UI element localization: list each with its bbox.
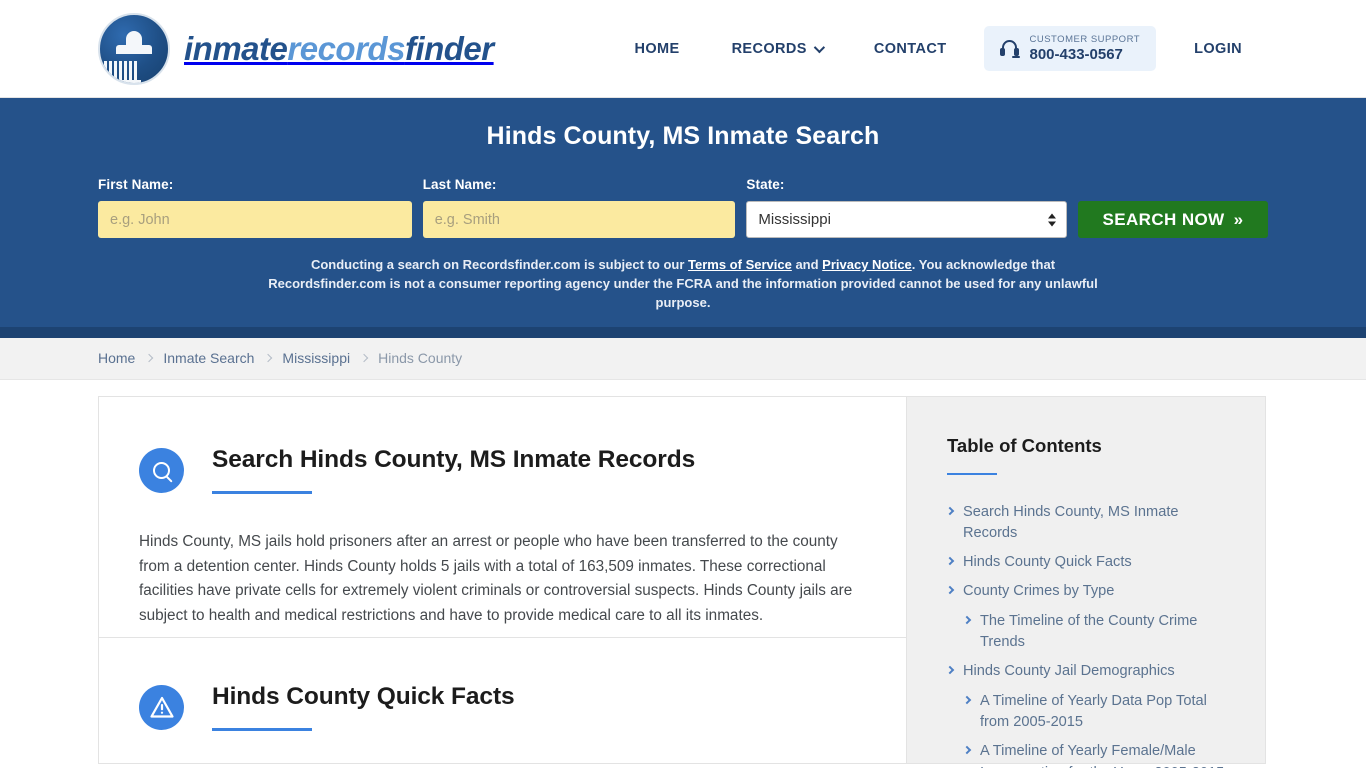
- toc-item[interactable]: Hinds County Quick Facts: [945, 552, 1231, 573]
- brand-part-inmate: inmate: [184, 29, 288, 67]
- double-chevron-right-icon: »: [1233, 209, 1244, 229]
- toc-item[interactable]: A Timeline of Yearly Data Pop Total from…: [947, 691, 1231, 734]
- toc-link[interactable]: County Crimes by Type: [963, 581, 1114, 602]
- nav-home[interactable]: HOME: [608, 41, 705, 57]
- breadcrumb-separator-icon: [145, 353, 154, 363]
- privacy-notice-link[interactable]: Privacy Notice: [822, 257, 912, 272]
- last-name-label: Last Name:: [422, 177, 497, 192]
- brand-wordmark: inmaterecordsfinder: [184, 30, 494, 68]
- toc-link[interactable]: A Timeline of Yearly Data Pop Total from…: [980, 691, 1231, 734]
- brand-part-records: records: [287, 29, 405, 67]
- section-quick-facts: Hinds County Quick Facts: [99, 636, 906, 732]
- warning-triangle-icon: [139, 684, 184, 730]
- nav-login-label: LOGIN: [1194, 40, 1242, 57]
- chevron-right-icon: [945, 556, 955, 566]
- toc-link[interactable]: Hinds County Quick Facts: [963, 552, 1132, 573]
- nav-contact[interactable]: CONTACT: [848, 41, 973, 57]
- customer-support-box[interactable]: CUSTOMER SUPPORT 800-433-0567: [984, 25, 1157, 72]
- chevron-right-icon: [945, 506, 955, 515]
- magnifier-icon: [139, 447, 184, 493]
- section-title: Search Hinds County, MS Inmate Records: [212, 445, 696, 473]
- site-header: inmaterecordsfinder HOME RECORDS CONTACT…: [0, 0, 1366, 97]
- toc-item[interactable]: Search Hinds County, MS Inmate Records: [945, 502, 1231, 545]
- toc-link[interactable]: The Timeline of the County Crime Trends: [980, 611, 1231, 654]
- disclaimer-part-1: Conducting a search on Recordsfinder.com…: [310, 257, 689, 272]
- section-search-records: Search Hinds County, MS Inmate Records H…: [99, 397, 906, 629]
- breadcrumb-item-inmate-search[interactable]: Inmate Search: [163, 350, 254, 366]
- inmate-search-form: First Name: Last Name: State: Mississipp…: [98, 177, 1268, 238]
- breadcrumb-bar: Home Inmate Search Mississippi Hinds Cou…: [0, 337, 1366, 380]
- support-phone[interactable]: 800-433-0567: [1029, 46, 1140, 63]
- chevron-right-icon: [962, 615, 972, 624]
- headset-icon: [1000, 39, 1021, 58]
- site-logo[interactable]: inmaterecordsfinder: [98, 12, 494, 85]
- breadcrumb: Home Inmate Search Mississippi Hinds Cou…: [98, 350, 462, 366]
- toc-item[interactable]: County Crimes by Type: [945, 581, 1231, 602]
- terms-of-service-link[interactable]: Terms of Service: [688, 257, 792, 272]
- chevron-down-icon: [813, 41, 825, 53]
- first-name-label: First Name:: [98, 177, 174, 192]
- section-paragraph: Hinds County, MS jails hold prisoners af…: [139, 532, 853, 625]
- toc-title: Table of Contents: [947, 434, 1102, 456]
- table-of-contents: Table of Contents Search Hinds County, M…: [906, 395, 1266, 768]
- section-header: Hinds County Quick Facts: [139, 682, 866, 732]
- nav-records-label: RECORDS: [731, 40, 807, 57]
- search-now-button[interactable]: SEARCH NOW »: [1077, 201, 1268, 238]
- breadcrumb-item-mississippi[interactable]: Mississippi: [282, 350, 350, 366]
- hero-search-panel: Hinds County, MS Inmate Search First Nam…: [0, 97, 1366, 338]
- breadcrumb-item-home[interactable]: Home: [98, 350, 135, 366]
- first-name-field-group: First Name:: [98, 177, 412, 238]
- state-select[interactable]: Mississippi: [746, 201, 1067, 238]
- brand-part-finder: finder: [404, 29, 494, 67]
- toc-link[interactable]: Hinds County Jail Demographics: [963, 661, 1175, 682]
- nav-login[interactable]: LOGIN: [1168, 41, 1268, 57]
- toc-item[interactable]: The Timeline of the County Crime Trends: [947, 611, 1231, 654]
- nav-records[interactable]: RECORDS: [706, 41, 848, 57]
- breadcrumb-separator-icon: [264, 353, 273, 363]
- disclaimer-part-2: and: [791, 257, 823, 272]
- toc-link[interactable]: A Timeline of Yearly Female/Male Incarce…: [980, 741, 1231, 768]
- breadcrumb-item-current: Hinds County: [378, 350, 463, 367]
- nav-contact-label: CONTACT: [873, 40, 947, 57]
- last-name-input[interactable]: [422, 201, 736, 238]
- capitol-dome-icon: [98, 12, 170, 85]
- toc-item[interactable]: Hinds County Jail Demographics: [945, 661, 1231, 682]
- toc-title-underline: [947, 472, 997, 475]
- chevron-right-icon: [945, 586, 955, 595]
- search-now-label: SEARCH NOW: [1102, 209, 1225, 229]
- main-navigation: HOME RECORDS CONTACT CUSTOMER SUPPORT 80…: [608, 25, 1268, 72]
- main-content-card: Search Hinds County, MS Inmate Records H…: [98, 395, 906, 764]
- title-underline: [212, 490, 312, 494]
- chevron-right-icon: [945, 666, 955, 675]
- nav-home-label: HOME: [634, 40, 680, 57]
- toc-link[interactable]: Search Hinds County, MS Inmate Records: [963, 502, 1231, 545]
- support-label: CUSTOMER SUPPORT: [1029, 33, 1141, 45]
- state-label: State:: [746, 177, 785, 192]
- section-title: Hinds County Quick Facts: [212, 682, 515, 710]
- state-field-group: State: Mississippi: [746, 177, 1067, 238]
- page-body: Search Hinds County, MS Inmate Records H…: [0, 395, 1366, 768]
- toc-list: Search Hinds County, MS Inmate Records H…: [945, 502, 1231, 768]
- last-name-field-group: Last Name:: [422, 177, 736, 238]
- first-name-input[interactable]: [98, 201, 412, 238]
- chevron-right-icon: [962, 695, 972, 704]
- section-header: Search Hinds County, MS Inmate Records: [139, 445, 866, 494]
- breadcrumb-separator-icon: [359, 353, 369, 363]
- chevron-right-icon: [962, 745, 972, 755]
- title-underline: [212, 728, 312, 732]
- search-disclaimer: Conducting a search on Recordsfinder.com…: [262, 256, 1104, 338]
- toc-item[interactable]: A Timeline of Yearly Female/Male Incarce…: [947, 741, 1231, 768]
- page-title: Hinds County, MS Inmate Search: [486, 122, 880, 150]
